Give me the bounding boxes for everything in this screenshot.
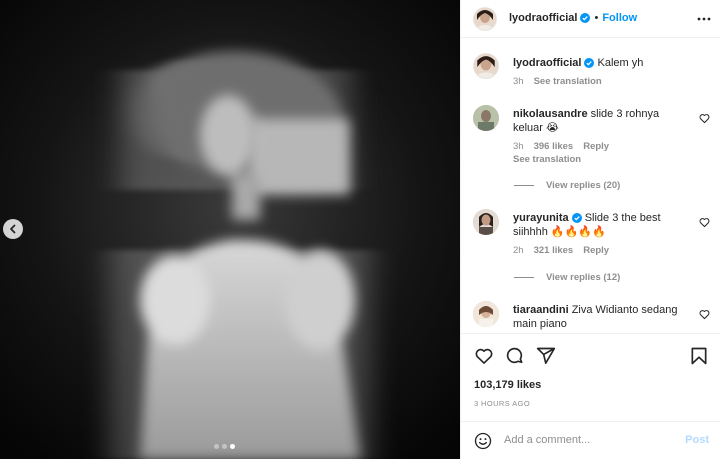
comment-time: 3h <box>513 141 524 152</box>
comment-meta: 2h 321 likes Reply <box>513 245 609 256</box>
view-replies-label: View replies (12) <box>546 272 621 283</box>
bookmark-icon[interactable] <box>689 346 709 366</box>
emoji-icon[interactable] <box>474 432 492 450</box>
see-translation-link[interactable]: See translation <box>513 154 581 165</box>
author-username[interactable]: lyodraofficial <box>509 12 577 24</box>
caption-text: lyodraofficial Kalem yh <box>513 56 691 70</box>
post-timestamp[interactable]: 3 HOURS AGO <box>474 399 530 408</box>
comment-likes[interactable]: 321 likes <box>534 245 574 256</box>
commenter-avatar-image <box>473 105 499 131</box>
previous-slide-button[interactable] <box>3 219 23 239</box>
comment-meta: 3h 396 likes Reply <box>513 141 609 152</box>
comments-list[interactable]: lyodraofficial Kalem yh 3h See translatio… <box>461 39 720 333</box>
header-title: lyodraofficial • Follow <box>509 12 637 24</box>
verified-icon <box>584 58 595 68</box>
carousel-dot <box>222 444 227 449</box>
commenter-username[interactable]: yurayunita <box>513 212 569 224</box>
instagram-post: lyodraofficial • Follow lyodraofficial Kal… <box>0 0 720 459</box>
commenter-avatar[interactable] <box>473 105 499 131</box>
carousel-dot-active <box>230 444 235 449</box>
more-options-icon[interactable] <box>697 12 711 26</box>
post-photo <box>0 0 460 459</box>
verified-icon <box>571 213 582 223</box>
post-media[interactable] <box>0 0 460 459</box>
comment-text: nikolausandre slide 3 rohnya keluar 😭 <box>513 107 691 135</box>
see-translation-link[interactable]: See translation <box>534 76 602 87</box>
like-comment-heart-icon[interactable] <box>699 217 710 228</box>
add-comment-bar: Add a comment... Post <box>461 421 720 459</box>
author-avatar[interactable] <box>473 7 497 31</box>
post-comment-button[interactable]: Post <box>685 434 709 446</box>
caption-meta: 3h See translation <box>513 76 602 87</box>
replies-line <box>514 277 534 278</box>
comment-likes[interactable]: 396 likes <box>534 141 574 152</box>
author-avatar-image <box>474 8 496 30</box>
commenter-avatar[interactable] <box>473 301 499 327</box>
like-comment-heart-icon[interactable] <box>699 113 710 124</box>
heart-icon[interactable] <box>474 346 494 366</box>
verified-icon <box>580 13 591 23</box>
post-side-panel: lyodraofficial • Follow lyodraofficial Kal… <box>460 0 720 459</box>
post-actions: 103,179 likes 3 HOURS AGO <box>461 333 720 421</box>
replies-line <box>514 185 534 186</box>
commenter-avatar-image <box>473 301 499 327</box>
view-replies-label: View replies (20) <box>546 180 621 191</box>
author-username[interactable]: lyodraofficial <box>513 57 581 69</box>
commenter-avatar-image <box>473 209 499 235</box>
commenter-avatar[interactable] <box>473 209 499 235</box>
separator-dot: • <box>594 12 599 24</box>
reply-button[interactable]: Reply <box>583 245 609 256</box>
comment-icon[interactable] <box>505 346 525 366</box>
chevron-left-icon <box>10 224 16 234</box>
author-avatar-image <box>474 54 498 78</box>
add-comment-input[interactable]: Add a comment... <box>504 434 674 446</box>
caption-time: 3h <box>513 76 524 87</box>
view-replies-button[interactable]: View replies (12) <box>514 272 620 283</box>
comment-time: 2h <box>513 245 524 256</box>
likes-count[interactable]: 103,179 likes <box>474 379 541 391</box>
comment-text: yurayunita Slide 3 the best siihhhh 🔥🔥🔥🔥 <box>513 211 691 239</box>
commenter-username[interactable]: nikolausandre <box>513 108 588 120</box>
reply-button[interactable]: Reply <box>583 141 609 152</box>
author-avatar[interactable] <box>473 53 499 79</box>
view-replies-button[interactable]: View replies (20) <box>514 180 620 191</box>
carousel-dot <box>214 444 219 449</box>
share-icon[interactable] <box>536 346 556 366</box>
caption-body: Kalem yh <box>597 57 644 69</box>
post-header: lyodraofficial • Follow <box>461 0 720 38</box>
commenter-username[interactable]: tiaraandini <box>513 304 569 316</box>
follow-button[interactable]: Follow <box>602 12 637 24</box>
carousel-indicator <box>214 444 235 449</box>
like-comment-heart-icon[interactable] <box>699 309 710 320</box>
comment-text: tiaraandini Ziva Widianto sedang main pi… <box>513 303 691 331</box>
